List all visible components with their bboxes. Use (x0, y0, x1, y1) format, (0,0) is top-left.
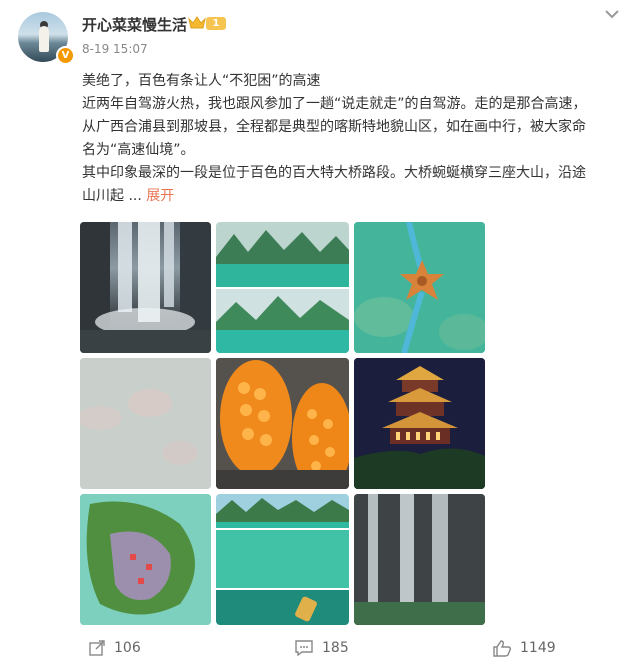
username[interactable]: 开心菜菜慢生活 (82, 14, 187, 35)
karst-lake-graphic (216, 222, 349, 353)
content-line: 其中印象最深的一段是位于百色的百大特大桥路段。大桥蜿蜒横穿三座大山，沿途 (82, 165, 586, 181)
image-waterfall[interactable] (80, 222, 211, 353)
verified-badge: V (56, 46, 75, 65)
repost-count: 106 (114, 640, 141, 656)
image-island-aerial[interactable] (80, 494, 211, 625)
content-line: 名为“高速仙境”。 (82, 142, 195, 158)
like-button[interactable]: 1149 (492, 628, 556, 668)
action-bar: 106 185 1149 (0, 628, 633, 668)
content-line-last: 山川起 ... 展开 (82, 185, 622, 208)
content-line: 从广西合浦县到那坡县，全程都是典型的喀斯特地貌山区，如在画中行，被大家命 (82, 119, 586, 135)
content-line-text: 山川起 ... (82, 188, 142, 204)
comment-button[interactable]: 185 (294, 628, 349, 668)
image-pineapple[interactable] (216, 358, 349, 489)
like-count: 1149 (520, 640, 556, 656)
weibo-post-card: V 开心菜菜慢生活 1 8-19 15:07 美绝了，百色有条让人“不犯困”的高… (0, 0, 633, 668)
comment-icon (295, 640, 313, 657)
post-content: 美绝了，百色有条让人“不犯困”的高速 近两年自驾游火热，我也跟风参加了一趟“说走… (82, 70, 622, 208)
image-night-pavilion[interactable] (354, 358, 485, 489)
avatar-person-body (39, 26, 49, 52)
green-lake-graphic (216, 494, 349, 625)
post-time[interactable]: 8-19 15:07 (82, 42, 148, 56)
island-aerial-graphic (80, 494, 211, 625)
misty-sky-graphic (80, 358, 211, 489)
content-line: 近两年自驾游火热，我也跟风参加了一趟“说走就走”的自驾游。走的是那合高速， (82, 96, 587, 112)
image-green-lake[interactable] (216, 494, 349, 625)
image-waterfall-2[interactable] (354, 494, 485, 625)
aerial-pavilion-graphic (354, 222, 485, 353)
night-pavilion-graphic (354, 358, 485, 489)
level-badge: 1 (206, 17, 226, 30)
like-icon (493, 640, 512, 657)
image-aerial-pavilion[interactable] (354, 222, 485, 353)
waterfall-2-graphic (354, 494, 485, 625)
pineapple-graphic (216, 358, 349, 489)
crown-icon (188, 16, 206, 29)
image-misty-sky[interactable] (80, 358, 211, 489)
waterfall-graphic (80, 222, 211, 353)
repost-button[interactable]: 106 (88, 628, 141, 668)
image-karst-lake[interactable] (216, 222, 349, 353)
chevron-down-icon[interactable] (604, 8, 620, 20)
repost-icon (89, 640, 105, 656)
content-line: 美绝了，百色有条让人“不犯困”的高速 (82, 73, 321, 89)
comment-count: 185 (322, 640, 349, 656)
expand-link[interactable]: 展开 (146, 188, 174, 204)
